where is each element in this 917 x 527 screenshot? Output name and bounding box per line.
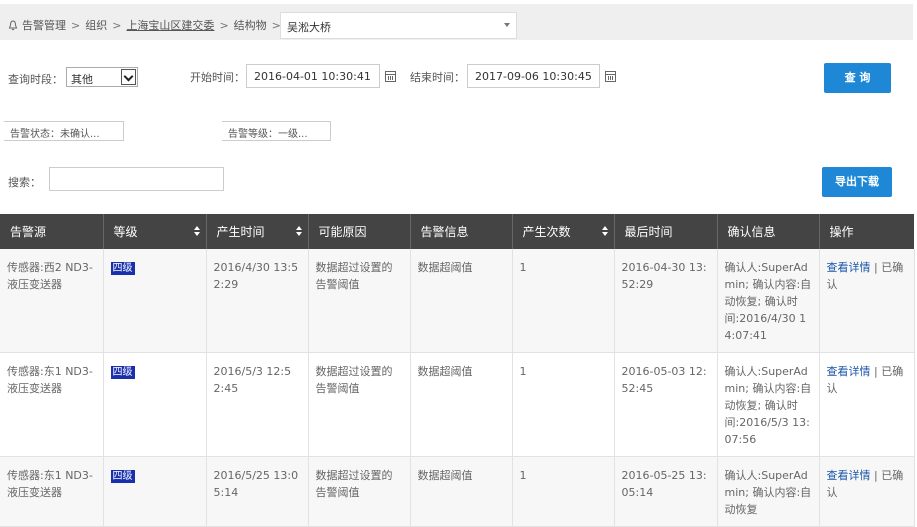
column-header-operation: 操作 xyxy=(819,214,914,249)
cell-count: 1 xyxy=(512,249,615,353)
column-header-label: 最后时间 xyxy=(624,225,673,239)
alarm-level-dropdown[interactable]: 告警等级：一级... xyxy=(222,121,331,141)
cell-source: 传感器:东1 ND3-液压变送器 xyxy=(0,456,104,527)
cell-time: 2016/4/30 13:52:29 xyxy=(206,249,309,353)
cell-reason: 数据超过设置的告警阈值 xyxy=(308,456,411,527)
cell-last-time: 2016-04-30 13:52:29 xyxy=(614,249,718,353)
cell-confirm: 确认人:SuperAdmin; 确认内容:自动恢复; 确认时间:2016/4/3… xyxy=(717,249,820,353)
breadcrumb-separator: > xyxy=(71,18,81,32)
cell-reason: 数据超过设置的告警阈值 xyxy=(308,352,411,457)
cell-level: 四级 xyxy=(103,352,207,457)
breadcrumb-item-organization[interactable]: 组织 xyxy=(85,17,107,33)
column-header-label: 告警信息 xyxy=(420,225,469,239)
column-header-label: 产生次数 xyxy=(522,225,571,239)
cell-last-time: 2016-05-25 13:05:14 xyxy=(614,456,718,527)
calendar-icon[interactable] xyxy=(605,71,616,82)
cell-reason: 数据超过设置的告警阈值 xyxy=(308,249,411,353)
alarm-table: 告警源 等级 产生时间 可能原因 告警信息 产生次数 最后时间 确认信息 操作 … xyxy=(0,214,915,527)
level-badge: 四级 xyxy=(110,470,135,483)
column-header-last-time[interactable]: 最后时间 xyxy=(614,214,718,249)
cell-time: 2016/5/3 12:52:45 xyxy=(206,352,309,457)
period-select-value: 其他 xyxy=(71,73,93,86)
query-button[interactable]: 查 询 xyxy=(824,63,891,93)
bell-icon xyxy=(8,19,18,30)
structure-select-value: 吴淞大桥 xyxy=(287,21,331,34)
column-header-time[interactable]: 产生时间 xyxy=(206,214,309,249)
column-header-label: 可能原因 xyxy=(318,225,367,239)
chevron-down-icon xyxy=(504,23,510,27)
cell-level: 四级 xyxy=(103,249,207,353)
column-header-source[interactable]: 告警源 xyxy=(0,214,104,249)
column-header-label: 产生时间 xyxy=(216,225,265,239)
column-header-info[interactable]: 告警信息 xyxy=(410,214,513,249)
column-header-label: 告警源 xyxy=(10,225,47,239)
breadcrumb-bar: 告警管理 > 组织 > 上海宝山区建交委 > 结构物 > 吴淞大桥 xyxy=(0,4,913,40)
table-row: 传感器:东1 ND3-液压变送器 四级 2016/5/25 13:05:14 数… xyxy=(0,456,915,527)
cell-count: 1 xyxy=(512,456,615,527)
start-time-label: 开始时间： xyxy=(190,71,245,84)
view-details-link[interactable]: 查看详情 xyxy=(827,469,871,482)
table-row: 传感器:西2 ND3-液压变送器 四级 2016/4/30 13:52:29 数… xyxy=(0,249,915,353)
period-select[interactable]: 其他 xyxy=(66,67,138,87)
calendar-icon[interactable] xyxy=(385,71,396,82)
cell-count: 1 xyxy=(512,352,615,457)
column-header-count[interactable]: 产生次数 xyxy=(512,214,615,249)
sort-icon[interactable] xyxy=(601,226,608,237)
breadcrumb-item-structure[interactable]: 结构物 xyxy=(234,17,267,33)
sort-icon[interactable] xyxy=(193,226,200,237)
operation-separator: | xyxy=(870,261,882,274)
cell-confirm: 确认人:SuperAdmin; 确认内容:自动恢复; 确认时间:2016/5/3… xyxy=(717,352,820,457)
column-header-label: 确认信息 xyxy=(727,225,776,239)
breadcrumb-separator: > xyxy=(219,18,229,32)
cell-info: 数据超阈值 xyxy=(410,456,513,527)
search-input[interactable] xyxy=(49,167,224,191)
sort-icon[interactable] xyxy=(295,226,302,237)
structure-select[interactable]: 吴淞大桥 xyxy=(280,12,517,39)
column-header-reason[interactable]: 可能原因 xyxy=(308,214,411,249)
cell-operation: 查看详情 | 已确认 xyxy=(819,249,915,353)
end-time-label: 结束时间： xyxy=(410,71,465,84)
cell-source: 传感器:西2 ND3-液压变送器 xyxy=(0,249,104,353)
breadcrumb-item-alarm-management[interactable]: 告警管理 xyxy=(22,17,66,33)
start-time-input[interactable]: 2016-04-01 10:30:41 xyxy=(246,64,380,88)
view-details-link[interactable]: 查看详情 xyxy=(827,261,871,274)
column-header-level[interactable]: 等级 xyxy=(103,214,207,249)
cell-operation: 查看详情 | 已确认 xyxy=(819,352,915,457)
end-time-value: 2017-09-06 10:30:45 xyxy=(475,70,592,83)
cell-info: 数据超阈值 xyxy=(410,352,513,457)
chevron-down-icon xyxy=(121,69,136,85)
column-header-label: 等级 xyxy=(113,225,138,239)
breadcrumb-separator: > xyxy=(112,18,122,32)
table-header-row: 告警源 等级 产生时间 可能原因 告警信息 产生次数 最后时间 确认信息 操作 xyxy=(0,214,914,249)
export-button[interactable]: 导出下载 xyxy=(822,167,892,197)
table-row: 传感器:东1 ND3-液压变送器 四级 2016/5/3 12:52:45 数据… xyxy=(0,352,915,457)
cell-operation: 查看详情 | 已确认 xyxy=(819,456,915,527)
cell-info: 数据超阈值 xyxy=(410,249,513,353)
period-label: 查询时段： xyxy=(8,73,63,86)
operation-separator: | xyxy=(870,469,882,482)
breadcrumb: 告警管理 > 组织 > 上海宝山区建交委 > 结构物 > xyxy=(8,17,286,33)
cell-level: 四级 xyxy=(103,456,207,527)
level-badge: 四级 xyxy=(110,262,135,275)
start-time-value: 2016-04-01 10:30:41 xyxy=(254,70,371,83)
end-time-input[interactable]: 2017-09-06 10:30:45 xyxy=(467,64,600,88)
breadcrumb-item-committee[interactable]: 上海宝山区建交委 xyxy=(126,17,214,33)
level-badge: 四级 xyxy=(110,366,135,379)
search-label: 搜索： xyxy=(8,176,41,189)
column-header-label: 操作 xyxy=(829,225,854,239)
cell-confirm: 确认人:SuperAdmin; 确认内容:自动恢复 xyxy=(717,456,820,527)
cell-source: 传感器:东1 ND3-液压变送器 xyxy=(0,352,104,457)
view-details-link[interactable]: 查看详情 xyxy=(827,365,871,378)
operation-separator: | xyxy=(870,365,882,378)
column-header-confirm[interactable]: 确认信息 xyxy=(717,214,820,249)
cell-time: 2016/5/25 13:05:14 xyxy=(206,456,309,527)
alarm-status-dropdown[interactable]: 告警状态：未确认... xyxy=(4,121,124,141)
cell-last-time: 2016-05-03 12:52:45 xyxy=(614,352,718,457)
